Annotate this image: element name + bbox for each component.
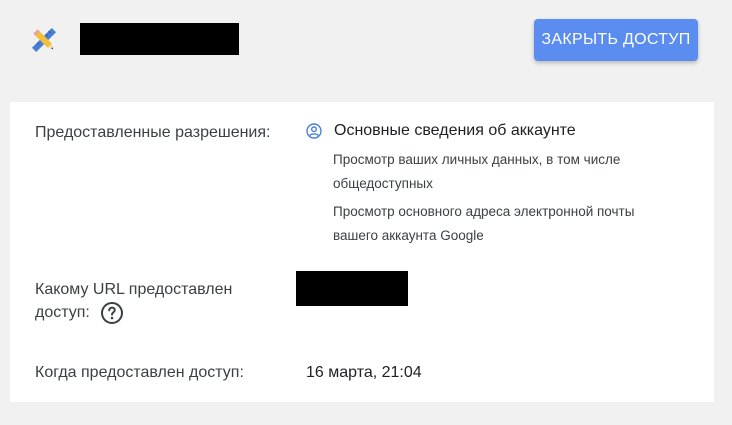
granted-date: 16 марта, 21:04 <box>306 364 422 381</box>
permissions-label: Предоставленные разрешения: <box>35 124 271 141</box>
account-circle-icon <box>306 123 322 139</box>
app-name-redacted <box>80 23 239 55</box>
url-label-row: Какому URL предоставлен доступ: <box>35 278 275 325</box>
permission-item: Просмотр основного адреса электронной по… <box>333 204 635 243</box>
permission-item: Просмотр ваших личных данных, в том числ… <box>333 152 621 191</box>
url-label: Какому URL предоставлен доступ: <box>35 281 233 322</box>
permission-group-header: Основные сведения об аккаунте <box>306 122 576 140</box>
granted-url-redacted <box>296 271 408 306</box>
app-header: ЗАКРЫТЬ ДОСТУП <box>0 0 732 100</box>
permission-group-title: Основные сведения об аккаунте <box>334 122 576 139</box>
granted-label: Когда предоставлен доступ: <box>35 364 244 381</box>
revoke-access-button[interactable]: ЗАКРЫТЬ ДОСТУП <box>534 19 698 61</box>
help-circle-icon[interactable] <box>100 301 124 325</box>
pencil-ruler-icon <box>28 24 60 56</box>
access-details-card: Предоставленные разрешения: Основные све… <box>10 102 714 402</box>
